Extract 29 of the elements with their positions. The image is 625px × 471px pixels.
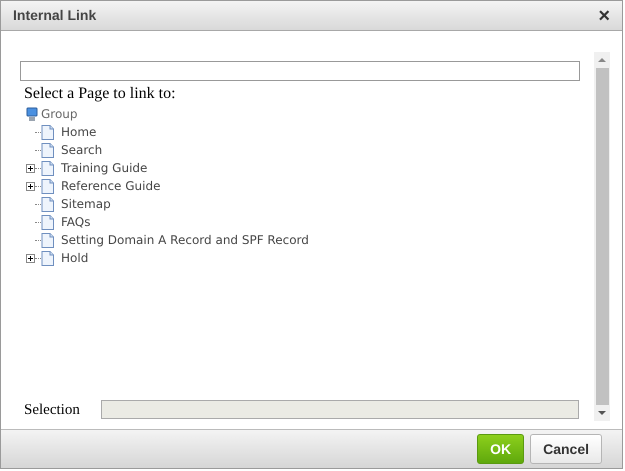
tree-item[interactable]: Search bbox=[61, 141, 102, 159]
page-icon bbox=[41, 250, 54, 266]
tree-item[interactable]: FAQs bbox=[61, 213, 90, 231]
expand-icon[interactable] bbox=[26, 164, 35, 172]
expand-icon[interactable] bbox=[26, 182, 35, 190]
page-icon bbox=[41, 124, 54, 140]
tree-item[interactable]: Home bbox=[61, 123, 96, 141]
close-button[interactable]: × bbox=[598, 6, 610, 26]
tree-item[interactable]: Hold bbox=[61, 249, 88, 267]
page-icon bbox=[41, 232, 54, 248]
page-icon bbox=[41, 160, 54, 176]
prompt-text: Select a Page to link to: bbox=[24, 84, 177, 104]
selection-field[interactable] bbox=[101, 400, 579, 420]
tree-item[interactable]: Setting Domain A Record and SPF Record bbox=[61, 231, 309, 249]
tree-item[interactable]: Sitemap bbox=[61, 195, 111, 213]
page-icon bbox=[41, 178, 54, 194]
computer-icon bbox=[26, 106, 38, 122]
selection-label: Selection bbox=[24, 400, 81, 420]
cancel-button[interactable]: Cancel bbox=[530, 434, 602, 464]
tree-item[interactable]: Training Guide bbox=[61, 159, 148, 177]
window-title: Internal Link bbox=[13, 6, 96, 25]
tree-root[interactable]: Group bbox=[41, 105, 78, 123]
scrollbar[interactable] bbox=[594, 52, 610, 421]
page-icon bbox=[41, 214, 54, 230]
page-icon bbox=[41, 196, 54, 212]
tree-item[interactable]: Reference Guide bbox=[61, 177, 160, 195]
expand-icon[interactable] bbox=[26, 254, 35, 262]
page-icon bbox=[41, 142, 54, 158]
search-field[interactable] bbox=[20, 61, 580, 81]
